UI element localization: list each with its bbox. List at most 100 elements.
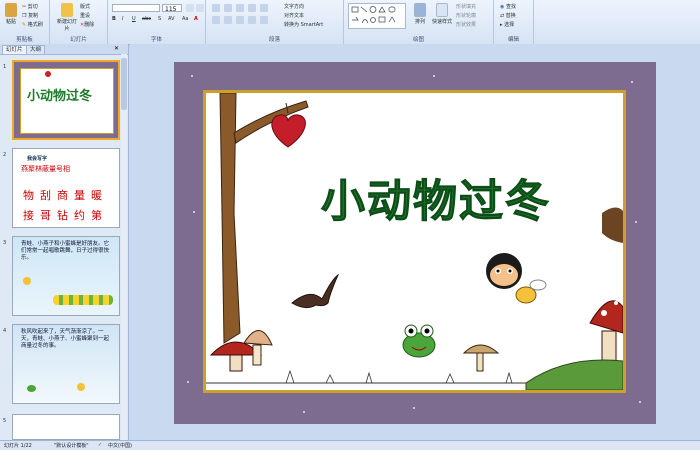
bullets-icon[interactable]: [212, 4, 220, 12]
slide-number: 3: [3, 240, 7, 246]
slides-panel: 幻灯片 大纲 ✕ 1 小动物过冬 2 我会写字 燕聚林蔽量号相 物刮商量暖 接哥…: [0, 44, 129, 440]
slide-number: 5: [3, 418, 7, 424]
select-button[interactable]: ▸ 选择: [500, 21, 514, 28]
numbering-icon[interactable]: [224, 4, 232, 12]
tree-trunk-icon: [219, 93, 241, 344]
replace-button[interactable]: ⇄ 替换: [500, 12, 516, 19]
underline-button[interactable]: U: [132, 16, 136, 22]
justify-icon[interactable]: [248, 16, 256, 24]
flowers-icon: [53, 295, 113, 305]
thumb2-row3: 接哥钻约第: [23, 209, 108, 222]
bee-icon: [23, 277, 31, 285]
font-color-button[interactable]: A: [194, 16, 198, 22]
paragraph-group: 文字方向 对齐文本 转换为 SmartArt 段落: [206, 0, 344, 44]
smartart-button[interactable]: 转换为 SmartArt: [284, 21, 323, 28]
replace-icon: ⇄: [500, 13, 505, 19]
cut-button[interactable]: ✂ 剪切: [22, 3, 38, 10]
shape-outline-button[interactable]: 形状轮廓: [456, 12, 476, 19]
delete-button[interactable]: ✕删除: [80, 21, 94, 28]
paste-button[interactable]: 粘贴: [2, 3, 20, 25]
spellcheck-icon[interactable]: ✓: [98, 442, 102, 448]
slide-number: 4: [3, 328, 7, 334]
slide-thumbnail-3[interactable]: 青蛙、小燕子和小蜜蜂是好朋友。它们常常一起唱歌跳舞，日子过得很快乐。: [12, 236, 120, 316]
align-left-icon[interactable]: [212, 16, 220, 24]
font-size-combo[interactable]: 115: [162, 4, 182, 13]
italic-button[interactable]: I: [122, 16, 123, 22]
slide-title[interactable]: 小动物过冬: [246, 165, 623, 229]
line-spacing-icon[interactable]: [260, 4, 268, 12]
heart-icon: [271, 114, 306, 148]
clipboard-group: 粘贴 ✂ 剪切 ❐ 复制 ✎ 格式刷 剪贴板: [0, 0, 50, 44]
grow-font-icon[interactable]: [186, 4, 194, 12]
language-indicator: 中文(中国): [108, 443, 132, 449]
new-slide-icon: [61, 3, 73, 17]
drawing-group: 排列 快速样式 形状填充 形状轮廓 形状效果 绘图: [344, 0, 494, 44]
find-button[interactable]: ◉ 查找: [500, 3, 516, 10]
clipboard-label: 剪贴板: [16, 37, 33, 43]
ribbon: 粘贴 ✂ 剪切 ❐ 复制 ✎ 格式刷 剪贴板 新建幻灯片 版式 重设 ✕删除 幻…: [0, 0, 700, 45]
quick-styles-button[interactable]: 快速样式: [432, 3, 452, 25]
tab-slides[interactable]: 幻灯片: [2, 45, 27, 54]
bee-icon: [77, 383, 85, 391]
arrange-button[interactable]: 排列: [410, 3, 430, 25]
shrink-font-icon[interactable]: [196, 4, 204, 12]
decrease-indent-icon[interactable]: [236, 4, 244, 12]
format-painter-button[interactable]: ✎ 格式刷: [22, 21, 43, 28]
columns-icon[interactable]: [260, 16, 268, 24]
mushroom-right-icon: [589, 300, 623, 334]
shapes-gallery[interactable]: [348, 3, 406, 29]
current-slide[interactable]: 小动物过冬: [174, 62, 656, 424]
paste-icon: [5, 3, 17, 17]
slide-editor: 小动物过冬: [130, 44, 700, 440]
increase-indent-icon[interactable]: [248, 4, 256, 12]
shape-fill-button[interactable]: 形状填充: [456, 3, 476, 10]
tab-outline[interactable]: 大纲: [26, 45, 46, 54]
align-text-button[interactable]: 对齐文本: [284, 12, 304, 19]
thumb3-text: 青蛙、小燕子和小蜜蜂是好朋友。它们常常一起唱歌跳舞，日子过得很快乐。: [21, 241, 110, 261]
slide-counter: 幻灯片 1/22: [4, 443, 32, 449]
shapes-gallery-icons: [351, 6, 396, 24]
slide-thumbnail-5[interactable]: [12, 414, 120, 440]
text-direction-button[interactable]: 文字方向: [284, 3, 304, 10]
layout-button[interactable]: 版式: [80, 3, 90, 10]
heart-icon: [45, 71, 51, 77]
strikethrough-button[interactable]: abc: [142, 16, 151, 22]
font-label: 字体: [150, 37, 162, 43]
align-center-icon[interactable]: [224, 16, 232, 24]
slides-label: 幻灯片: [70, 37, 87, 43]
font-group: 115 B I U abc S AV Aa A 字体: [108, 0, 206, 44]
editing-group: ◉ 查找 ⇄ 替换 ▸ 选择 编辑: [494, 0, 534, 44]
thumb2-row1: 燕聚林蔽量号相: [21, 165, 70, 173]
slide-artwork: [206, 93, 623, 390]
shadow-button[interactable]: S: [158, 16, 161, 22]
bold-button[interactable]: B: [112, 16, 116, 22]
new-slide-button[interactable]: 新建幻灯片: [56, 3, 78, 32]
copy-button[interactable]: ❐ 复制: [22, 12, 38, 19]
reset-button[interactable]: 重设: [80, 12, 90, 19]
arrange-icon: [414, 3, 426, 17]
theme-name: "默认设计模板": [54, 443, 89, 449]
align-right-icon[interactable]: [236, 16, 244, 24]
drawing-label: 绘图: [412, 37, 424, 43]
spacing-button[interactable]: AV: [168, 16, 175, 22]
slide-thumbnail-4[interactable]: 秋风吹起来了，天气渐渐凉了。一天，青蛙、小燕子、小蜜蜂聚到一起商量过冬的事。: [12, 324, 120, 404]
brush-icon: ✎: [22, 22, 27, 28]
panel-scrollbar-thumb[interactable]: [121, 58, 127, 110]
swallow-icon: [291, 273, 340, 309]
change-case-button[interactable]: Aa: [182, 16, 188, 22]
grass-icon: [285, 369, 555, 384]
thumb2-row2: 物刮商量暖: [23, 189, 108, 202]
panel-scrollbar[interactable]: [121, 54, 127, 440]
editing-label: 编辑: [507, 37, 519, 43]
copy-icon: ❐: [22, 13, 27, 19]
thumb2-heading: 我会写字: [27, 156, 48, 162]
font-name-combo[interactable]: [112, 4, 160, 12]
slide-number: 2: [3, 152, 7, 158]
thumb1-title: 小动物过冬: [27, 89, 93, 104]
close-icon[interactable]: ✕: [114, 45, 119, 52]
slide-thumbnail-1[interactable]: 小动物过冬: [12, 60, 120, 140]
panel-tabs: 幻灯片 大纲 ✕: [0, 44, 128, 55]
shape-effects-button[interactable]: 形状效果: [456, 21, 476, 28]
small-mushroom-icon: [462, 344, 500, 354]
slide-thumbnail-2[interactable]: 我会写字 燕聚林蔽量号相 物刮商量暖 接哥钻约第: [12, 148, 120, 228]
